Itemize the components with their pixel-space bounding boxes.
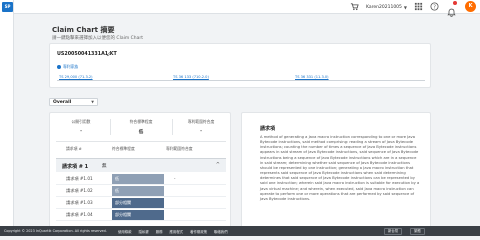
sidebar: SP — [0, 0, 14, 236]
summary-value: - — [200, 129, 202, 134]
footer-link[interactable]: 使用條款 — [118, 229, 132, 234]
claim-label: 請求項 #1.02 — [66, 188, 93, 193]
footer-link[interactable]: 應用程式 — [170, 229, 184, 234]
claim-level-cell: 部分相關 — [112, 210, 164, 220]
currency-select[interactable]: 新台幣 — [384, 227, 403, 235]
apps-grid-icon[interactable] — [414, 2, 423, 11]
footer-copyright: Copyright © 2023 InQuartik Corporation. … — [4, 228, 107, 233]
chevron-down-icon: ▼ — [403, 4, 407, 10]
description-title: 請求項 — [260, 126, 276, 132]
edit-icon[interactable] — [106, 51, 112, 57]
column-header: 請求項 # — [66, 146, 82, 151]
chevron-down-icon: ▼ — [91, 100, 94, 104]
table-row[interactable]: 請求項 #1.02 低 — [56, 185, 226, 197]
table-row[interactable]: 請求項 #1.03 部分相關 — [56, 197, 226, 209]
svg-text:?: ? — [433, 4, 436, 10]
notification-badge — [453, 1, 457, 5]
page-title: Claim Chart 摘要 — [52, 26, 115, 34]
claim-label: 請求項 #1.03 — [66, 200, 93, 205]
summary-value: - — [80, 129, 82, 134]
top-bar: Karen20211005 ▼ ? K — [0, 0, 480, 17]
divider — [172, 119, 173, 135]
chevron-up-icon[interactable]: ^ — [216, 162, 220, 168]
bell-icon — [447, 8, 456, 17]
divider — [110, 119, 111, 135]
avatar[interactable]: K — [465, 1, 476, 12]
footer-link[interactable]: 聯絡我們 — [214, 229, 228, 234]
claim-group-label: 請求項 # 1 — [62, 164, 89, 170]
timeline-line — [57, 80, 425, 81]
overall-select[interactable]: Overall ▼ — [49, 98, 98, 106]
family-label: 專利家族 — [63, 64, 79, 69]
help-icon[interactable]: ? — [430, 2, 439, 11]
overall-select-value: Overall — [53, 100, 72, 105]
footer-link[interactable]: 服務 — [156, 229, 163, 234]
summary-value: 低 — [138, 130, 144, 135]
patent-family-link[interactable]: 專利家族 — [57, 64, 78, 70]
summary-label: 公開引用數 — [71, 119, 91, 124]
family-icon — [57, 65, 61, 69]
summary-label: 專利範圍符合度 — [187, 119, 215, 124]
footer-links: 使用條款 隱私權 服務 應用程式 著作權政策 聯絡我們 — [118, 229, 228, 234]
family-member-link[interactable]: TS 36 133 (710.2.0) — [171, 75, 211, 79]
column-header: 專利範圍符合度 — [166, 146, 193, 151]
table-row[interactable]: 請求項 #1.01 低 - — [56, 173, 226, 185]
claim-scope-value: - — [174, 176, 176, 181]
brand-logo[interactable]: SP — [2, 2, 13, 12]
notifications-button[interactable] — [447, 1, 457, 17]
footer-link[interactable]: 著作權政策 — [190, 229, 207, 234]
family-timeline: TS 29,000 (71.3.2) TS 36 133 (710.2.0) T… — [57, 75, 425, 83]
patent-card: US20050041331A1 KT 專利家族 TS 29,000 (71.3.… — [49, 43, 431, 88]
cart-icon[interactable] — [350, 2, 359, 11]
family-member-link[interactable]: TS 36 331 (11.3.0) — [293, 75, 331, 79]
account-name: Karen20211005 — [366, 4, 402, 10]
page-subtitle: 請一鍵點擊來選擇加入以便您的 Claim Chart — [52, 36, 144, 41]
family-member-link[interactable]: TS 29,000 (71.3.2) — [57, 75, 95, 79]
claims-table-card: 公開引用數 符合標準程度 專利範圍符合度 - 低 - 請求項 # 符合標準程度 … — [49, 112, 231, 236]
footer: Copyright © 2023 InQuartik Corporation. … — [0, 226, 480, 236]
table-row[interactable]: 請求項 #1.04 部分相關 — [56, 209, 226, 221]
footer-link[interactable]: 隱私權 — [139, 229, 149, 234]
claim-label: 請求項 #1.04 — [66, 212, 93, 217]
claim-level-cell: 低 — [112, 186, 164, 196]
summary-label: 符合標準程度 — [129, 119, 153, 124]
account-menu[interactable]: Karen20211005 ▼ — [366, 2, 407, 12]
description-text: A method of generating a Java macro inst… — [260, 135, 420, 201]
claim-group-row[interactable]: 請求項 # 1 無 ^ — [56, 158, 226, 172]
claim-label: 請求項 #1.01 — [66, 176, 93, 181]
column-header: 符合標準程度 — [112, 146, 135, 151]
claim-level-cell: 部分相關 — [112, 198, 164, 208]
language-select[interactable]: 繁體 — [410, 227, 425, 235]
claim-description-card: 請求項 A method of generating a Java macro … — [241, 112, 431, 236]
claim-level-cell: 低 — [112, 174, 164, 184]
divider — [56, 141, 226, 142]
claim-group-value: 無 — [102, 164, 107, 169]
